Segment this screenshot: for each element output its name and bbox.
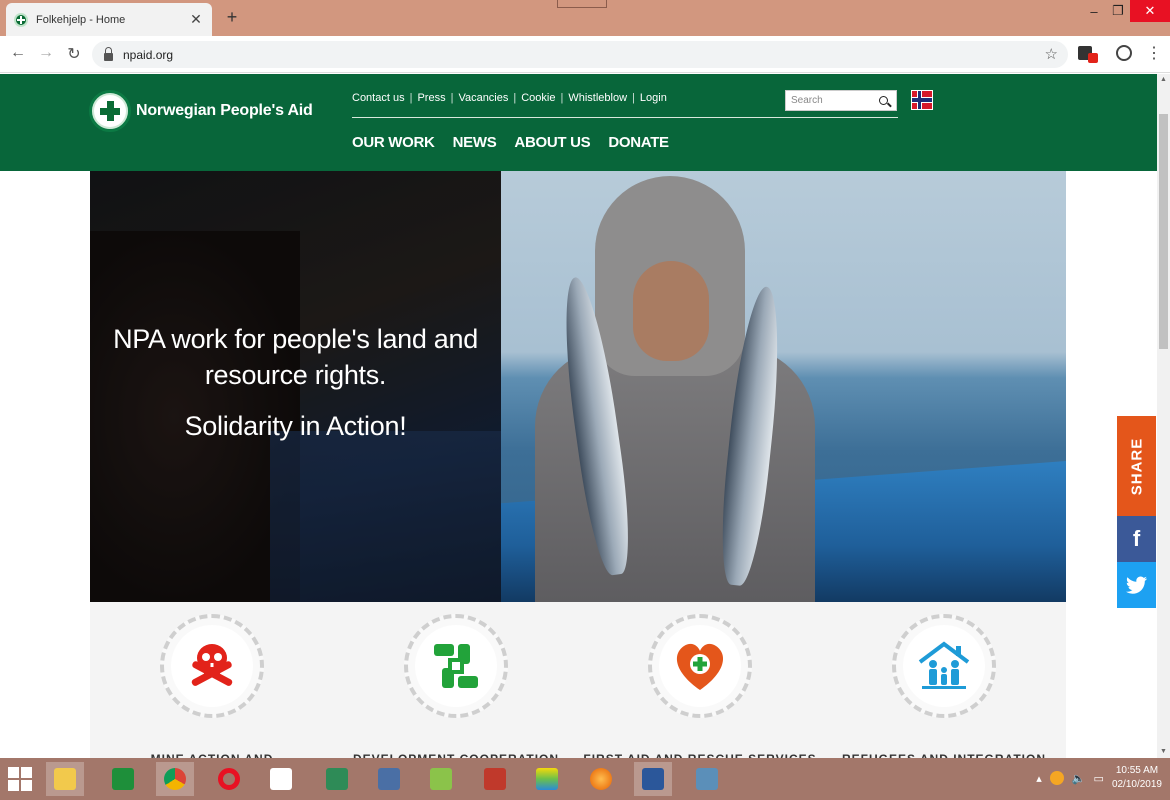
programs-row: MINE ACTION AND DEVELOPMENT COOPERATION … xyxy=(90,602,1066,766)
word-icon[interactable] xyxy=(634,762,672,796)
firefox-icon[interactable] xyxy=(582,762,620,796)
nav-our-work[interactable]: OUR WORK xyxy=(352,134,435,151)
reload-icon[interactable]: ↻ xyxy=(64,44,84,64)
facebook-icon: f xyxy=(1132,526,1141,551)
util-link-cookie[interactable]: Cookie xyxy=(521,92,555,104)
profile-icon[interactable] xyxy=(1116,45,1132,61)
util-separator: | xyxy=(450,92,454,104)
family-house-icon xyxy=(918,641,970,689)
site-logo[interactable]: Norwegian People's Aid xyxy=(89,90,313,132)
hero-text: NPA work for people's land and resource … xyxy=(90,321,501,442)
taskbar-clock[interactable]: 10:55 AM 02/10/2019 xyxy=(1112,764,1162,792)
volume-icon[interactable]: 🔈 xyxy=(1072,772,1086,785)
nav-news[interactable]: NEWS xyxy=(453,134,497,151)
brand-name: Norwegian People's Aid xyxy=(136,102,313,119)
program-mine-action[interactable]: MINE ACTION AND xyxy=(151,614,272,766)
util-link-contact[interactable]: Contact us xyxy=(352,92,405,104)
scroll-up-icon[interactable]: ▲ xyxy=(1157,74,1170,86)
twitter-share-button[interactable] xyxy=(1117,562,1156,608)
share-bar: SHARE f xyxy=(1117,416,1156,608)
hands-together-icon xyxy=(434,644,478,688)
store-icon[interactable] xyxy=(104,762,142,796)
scroll-thumb[interactable] xyxy=(1159,114,1168,349)
snipping-tool-icon[interactable] xyxy=(476,762,514,796)
heart-cross-icon xyxy=(676,643,724,690)
util-separator: | xyxy=(632,92,635,104)
util-link-login[interactable]: Login xyxy=(640,92,667,104)
windows-start-icon[interactable] xyxy=(8,767,32,791)
tray-overflow-icon[interactable]: ▴ xyxy=(1036,772,1042,785)
network-icon[interactable]: ▭ xyxy=(1094,772,1104,785)
skull-crossbones-icon xyxy=(191,644,233,686)
browser-menu-icon[interactable]: ⋮ xyxy=(1146,43,1162,63)
file-explorer-icon[interactable] xyxy=(46,762,84,796)
header-divider xyxy=(352,117,898,118)
hero-photo-fisher xyxy=(525,176,825,602)
facebook-share-button[interactable]: f xyxy=(1117,516,1156,562)
hero-headline-line1: NPA work for people's land and xyxy=(113,324,478,354)
site-search xyxy=(785,90,897,111)
browser-tab[interactable]: Folkehjelp - Home ✕ xyxy=(6,3,212,36)
util-separator: | xyxy=(560,92,564,104)
npa-favicon-icon xyxy=(14,12,28,27)
window-close-button[interactable]: ✕ xyxy=(1130,0,1170,22)
program-first-aid[interactable]: FIRST AID AND RESCUE SERVICES xyxy=(583,614,816,766)
scroll-down-icon[interactable]: ▼ xyxy=(1157,746,1170,758)
program-development[interactable]: DEVELOPMENT COOPERATION xyxy=(353,614,558,766)
opera-icon[interactable] xyxy=(210,762,248,796)
tray-app-icon[interactable] xyxy=(1049,771,1064,785)
system-tray: ▴ 🔈 ▭ 10:55 AM 02/10/2019 xyxy=(1036,764,1162,792)
hero-banner[interactable]: NPA work for people's land and resource … xyxy=(90,171,1066,602)
new-tab-button[interactable]: + xyxy=(222,7,242,28)
nav-about-us[interactable]: ABOUT US xyxy=(514,134,590,151)
back-arrow-icon[interactable]: ← xyxy=(8,44,28,62)
util-link-whistleblow[interactable]: Whistleblow xyxy=(568,92,627,104)
window-drag-handle[interactable] xyxy=(557,0,607,8)
util-link-vacancies[interactable]: Vacancies xyxy=(458,92,508,104)
window-minimize-button[interactable]: – xyxy=(1082,0,1106,22)
tab-close-icon[interactable]: ✕ xyxy=(188,11,204,28)
twitter-icon xyxy=(1125,576,1147,594)
extension-badge xyxy=(1088,53,1098,63)
share-label: SHARE xyxy=(1117,416,1156,516)
address-url[interactable]: npaid.org xyxy=(123,48,173,62)
browser-titlebar: Folkehjelp - Home ✕ + – ❐ ✕ xyxy=(0,0,1170,36)
bluestacks-icon[interactable] xyxy=(528,762,566,796)
hero-tagline: Solidarity in Action! xyxy=(184,411,407,441)
clock-date: 02/10/2019 xyxy=(1111,779,1162,790)
clock-time: 10:55 AM xyxy=(1115,765,1159,776)
bookmark-star-icon[interactable]: ☆ xyxy=(1045,45,1058,63)
npa-cross-icon xyxy=(89,90,131,132)
site-header: Norwegian People's Aid Contact us | Pres… xyxy=(0,74,1157,171)
share-text: SHARE xyxy=(1128,437,1146,495)
search-input[interactable] xyxy=(791,95,875,106)
norwegian-flag-icon[interactable] xyxy=(911,90,933,110)
tab-title: Folkehjelp - Home xyxy=(36,13,126,26)
document-icon[interactable] xyxy=(262,762,300,796)
main-nav: OUR WORK NEWS ABOUT US DONATE xyxy=(352,134,669,151)
chrome-icon[interactable] xyxy=(156,762,194,796)
app-icon[interactable] xyxy=(370,762,408,796)
lock-icon xyxy=(104,46,113,61)
forward-arrow-icon[interactable]: → xyxy=(36,44,56,62)
util-separator: | xyxy=(409,92,413,104)
windows-taskbar: ▴ 🔈 ▭ 10:55 AM 02/10/2019 xyxy=(0,758,1170,800)
calculator-icon[interactable] xyxy=(318,762,356,796)
nav-donate[interactable]: DONATE xyxy=(608,134,669,151)
browser-toolbar: ← → ↻ npaid.org ☆ ⋮ xyxy=(0,36,1170,73)
program-refugees[interactable]: REFUGEES AND INTEGRATION xyxy=(842,614,1045,766)
hero-headline-line2: resource rights. xyxy=(204,360,387,390)
util-link-press[interactable]: Press xyxy=(417,92,445,104)
util-separator: | xyxy=(513,92,517,104)
utility-links: Contact us | Press | Vacancies | Cookie … xyxy=(352,92,667,104)
search-icon[interactable] xyxy=(879,96,888,105)
address-bar[interactable]: npaid.org ☆ xyxy=(92,41,1068,68)
photos-icon[interactable] xyxy=(688,762,726,796)
page-scrollbar[interactable]: ▲ ▼ xyxy=(1157,74,1170,758)
window-maximize-button[interactable]: ❐ xyxy=(1106,0,1130,22)
qgis-icon[interactable] xyxy=(422,762,460,796)
